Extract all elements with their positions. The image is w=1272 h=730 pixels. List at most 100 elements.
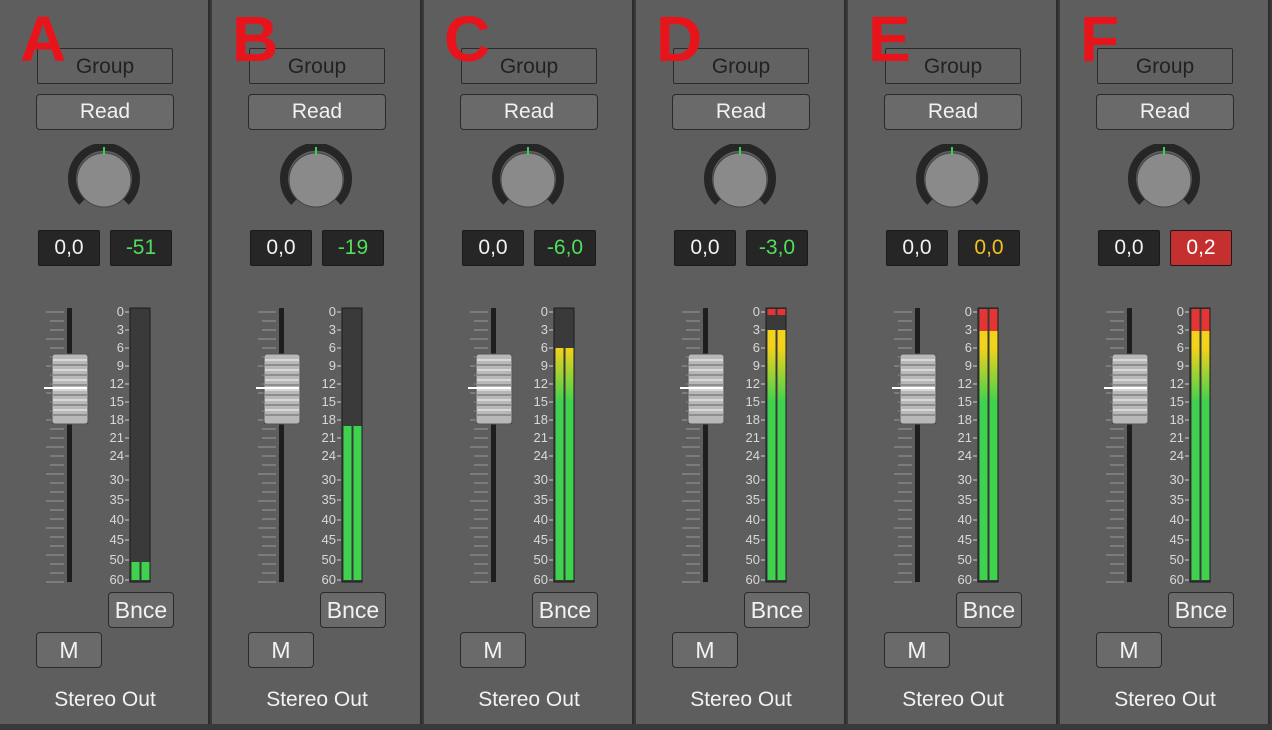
automation-mode-button[interactable]: Read xyxy=(248,94,386,130)
meter-scale-label: 60 xyxy=(958,572,972,586)
automation-mode-button[interactable]: Read xyxy=(460,94,598,130)
meter-bar-ch2 xyxy=(1201,348,1210,402)
volume-value-display[interactable]: 0,0 xyxy=(1098,230,1160,266)
pan-knob-body xyxy=(712,152,768,208)
meter-scale-label: 40 xyxy=(958,512,972,527)
fader-track xyxy=(491,308,496,582)
meter-scale-label: 0 xyxy=(329,306,336,319)
mute-button[interactable]: M xyxy=(1096,632,1162,668)
channel-name-label: Stereo Out xyxy=(690,688,792,711)
pan-knob-body xyxy=(288,152,344,208)
peak-level-display[interactable]: -3,0 xyxy=(746,230,808,266)
meter-scale-label: 45 xyxy=(534,532,548,547)
meter-clip-ch1 xyxy=(1191,309,1200,331)
peak-level-display[interactable]: -51 xyxy=(110,230,172,266)
meter-bar-ch1 xyxy=(1191,330,1200,348)
volume-value-display[interactable]: 0,0 xyxy=(250,230,312,266)
bounce-button[interactable]: Bnce xyxy=(320,592,386,628)
peak-level-display[interactable]: 0,0 xyxy=(958,230,1020,266)
peak-level-display[interactable]: 0,2 xyxy=(1170,230,1232,266)
bounce-button[interactable]: Bnce xyxy=(744,592,810,628)
meter-scale-label: 50 xyxy=(1170,552,1184,567)
volume-value-display[interactable]: 0,0 xyxy=(674,230,736,266)
mute-button[interactable]: M xyxy=(248,632,314,668)
meter-scale-label: 15 xyxy=(1170,394,1184,409)
meter-scale-label: 21 xyxy=(1170,430,1184,445)
channel-strip-b: B Group Read 0,0 -19 0 3 6 9 12 15 18 21 24 30 35 4… xyxy=(212,0,422,724)
meter-scale-label: 35 xyxy=(746,492,760,507)
meter-scale-label: 12 xyxy=(1170,376,1184,391)
meter-bar-ch2 xyxy=(141,562,150,580)
meter-scale-label: 6 xyxy=(541,340,548,355)
volume-value-display[interactable]: 0,0 xyxy=(886,230,948,266)
pan-knob[interactable] xyxy=(492,144,564,216)
meter-scale-label: 21 xyxy=(322,430,336,445)
bounce-button[interactable]: Bnce xyxy=(532,592,598,628)
fader-cap xyxy=(468,353,513,425)
volume-fader[interactable] xyxy=(676,306,736,586)
pan-knob-body xyxy=(924,152,980,208)
pan-knob-body xyxy=(76,152,132,208)
fader-cap xyxy=(256,353,301,425)
meter-scale-label: 60 xyxy=(1170,572,1184,586)
channel-name-label: Stereo Out xyxy=(902,688,1004,711)
level-meter: 0 3 6 9 12 15 18 21 24 30 35 40 45 50 60 xyxy=(316,304,376,587)
fader-cap xyxy=(680,353,725,425)
meter-scale-label: 40 xyxy=(746,512,760,527)
meter-scale-label: 6 xyxy=(965,340,972,355)
channel-name-label: Stereo Out xyxy=(54,688,156,711)
mute-button[interactable]: M xyxy=(36,632,102,668)
automation-mode-button[interactable]: Read xyxy=(36,94,174,130)
meter-bar-ch2 xyxy=(1201,402,1210,580)
meter-scale-label: 12 xyxy=(534,376,548,391)
meter-scale-label: 3 xyxy=(965,322,972,337)
volume-value-display[interactable]: 0,0 xyxy=(462,230,524,266)
volume-fader[interactable] xyxy=(1100,306,1160,586)
mute-button[interactable]: M xyxy=(672,632,738,668)
volume-fader[interactable] xyxy=(888,306,948,586)
meter-clip-ch2 xyxy=(777,309,786,315)
meter-scale-label: 30 xyxy=(322,472,336,487)
bounce-button[interactable]: Bnce xyxy=(1168,592,1234,628)
meter-bar-ch1 xyxy=(979,402,988,580)
peak-level-display[interactable]: -6,0 xyxy=(534,230,596,266)
bounce-button[interactable]: Bnce xyxy=(108,592,174,628)
peak-level-display[interactable]: -19 xyxy=(322,230,384,266)
meter-scale-label: 21 xyxy=(110,430,124,445)
meter-bar-ch2 xyxy=(1201,330,1210,348)
bounce-button[interactable]: Bnce xyxy=(956,592,1022,628)
meter-scale-label: 21 xyxy=(958,430,972,445)
pan-knob[interactable] xyxy=(916,144,988,216)
channel-strip-a: A Group Read 0,0 -51 0 3 6 9 12 15 18 21 24 30 35 4… xyxy=(0,0,210,724)
channel-strip-c: C Group Read 0,0 -6,0 0 3 6 9 12 15 18 21 24 30 35… xyxy=(424,0,634,724)
meter-bar-ch2 xyxy=(777,402,786,580)
meter-scale-label: 50 xyxy=(110,552,124,567)
meter-scale-label: 40 xyxy=(110,512,124,527)
volume-fader[interactable] xyxy=(252,306,312,586)
meter-scale-label: 60 xyxy=(534,572,548,586)
mute-button[interactable]: M xyxy=(460,632,526,668)
meter-bar-ch2 xyxy=(777,348,786,402)
pan-knob[interactable] xyxy=(704,144,776,216)
pan-knob[interactable] xyxy=(280,144,352,216)
volume-value-display[interactable]: 0,0 xyxy=(38,230,100,266)
meter-scale-label: 9 xyxy=(329,358,336,373)
automation-mode-button[interactable]: Read xyxy=(672,94,810,130)
volume-fader[interactable] xyxy=(40,306,100,586)
meter-scale-label: 40 xyxy=(322,512,336,527)
mute-button[interactable]: M xyxy=(884,632,950,668)
meter-scale-label: 6 xyxy=(329,340,336,355)
meter-scale-label: 35 xyxy=(534,492,548,507)
volume-fader[interactable] xyxy=(464,306,524,586)
meter-bar-ch1 xyxy=(767,348,776,402)
automation-mode-button[interactable]: Read xyxy=(1096,94,1234,130)
pan-knob[interactable] xyxy=(68,144,140,216)
meter-scale-label: 35 xyxy=(1170,492,1184,507)
automation-mode-button[interactable]: Read xyxy=(884,94,1022,130)
meter-scale-label: 30 xyxy=(746,472,760,487)
meter-scale-label: 50 xyxy=(322,552,336,567)
pan-knob[interactable] xyxy=(1128,144,1200,216)
meter-scale-label: 30 xyxy=(534,472,548,487)
channel-name-label: Stereo Out xyxy=(1114,688,1216,711)
meter-bar-ch1 xyxy=(1191,402,1200,580)
